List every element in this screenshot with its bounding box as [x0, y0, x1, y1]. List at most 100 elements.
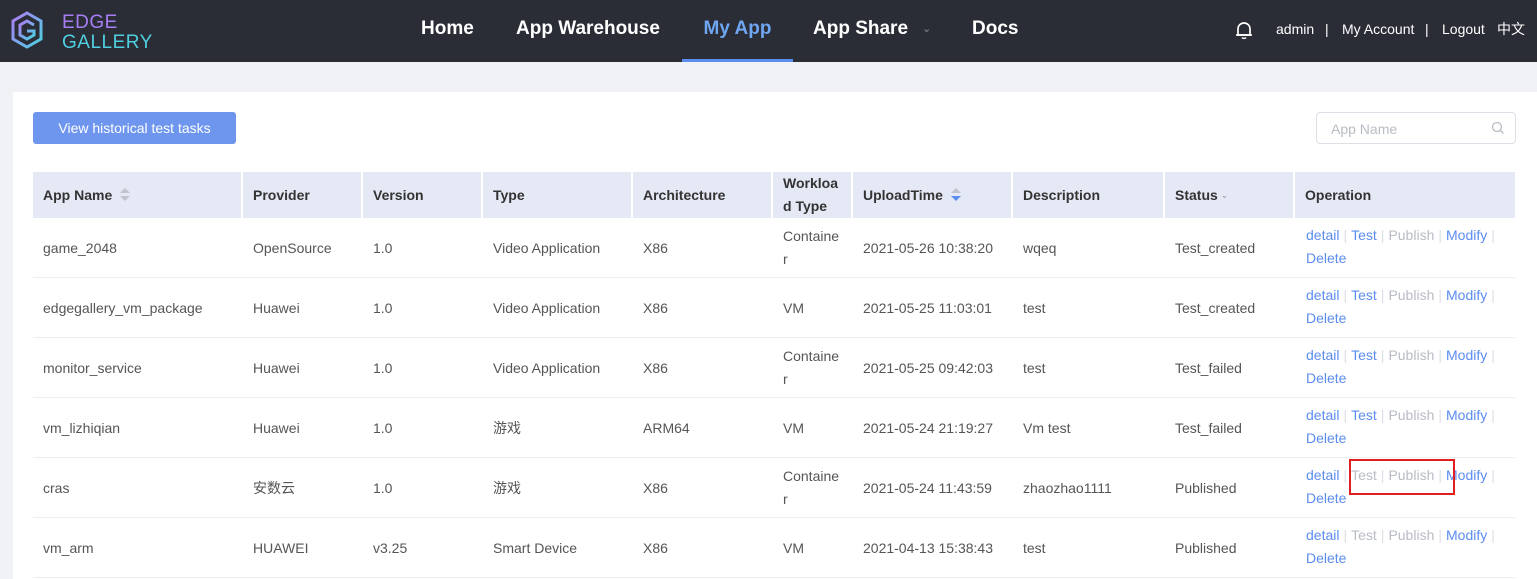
delete-link[interactable]: Delete	[1306, 550, 1346, 566]
col-provider: Provider	[243, 172, 361, 218]
cell-desc: zhaozhao1111	[1023, 480, 1112, 496]
detail-link[interactable]: detail	[1306, 407, 1339, 423]
delete-link[interactable]: Delete	[1306, 370, 1346, 386]
table-row: vm_lizhiqian Huawei 1.0 游戏 ARM64 VM 2021-05-24…	[33, 398, 1515, 458]
cell-desc: test	[1023, 300, 1046, 316]
op-separator: |	[1343, 407, 1348, 423]
cell-status: Test_failed	[1175, 420, 1242, 436]
brand-line-2: GALLERY	[62, 32, 153, 53]
search-input[interactable]	[1331, 119, 1481, 139]
publish-link[interactable]: Publish	[1388, 227, 1434, 243]
op-separator: |	[1438, 407, 1442, 423]
cell-desc: test	[1023, 360, 1046, 376]
cell-type: Video Application	[493, 300, 601, 316]
cell-version: 1.0	[373, 420, 393, 436]
test-link[interactable]: Test	[1351, 347, 1377, 363]
op-separator: |	[1343, 527, 1348, 543]
op-separator: |	[1380, 527, 1385, 543]
delete-link[interactable]: Delete	[1306, 490, 1346, 506]
row-operations: detail | Test | Publish | Modify | Delete	[1306, 284, 1516, 330]
detail-link[interactable]: detail	[1306, 227, 1339, 243]
modify-link[interactable]: Modify	[1446, 227, 1487, 243]
nav-docs[interactable]: Docs	[972, 0, 1018, 62]
cell-provider: Huawei	[253, 360, 300, 376]
col-upload-time[interactable]: UploadTime	[853, 172, 1011, 218]
cell-provider: HUAWEI	[253, 540, 309, 556]
modify-link[interactable]: Modify	[1446, 347, 1487, 363]
view-historical-tasks-button[interactable]: View historical test tasks	[33, 112, 236, 144]
cell-type: 游戏	[493, 420, 521, 436]
cell-desc: test	[1023, 540, 1046, 556]
bell-icon[interactable]	[1233, 19, 1255, 41]
language-switch[interactable]: 中文	[1497, 0, 1525, 62]
cell-name: game_2048	[43, 240, 117, 256]
cell-name: vm_arm	[43, 540, 94, 556]
my-app-panel: View historical test tasks App Name Prov…	[13, 92, 1537, 579]
header-separator: |	[1425, 21, 1429, 37]
detail-link[interactable]: detail	[1306, 467, 1339, 483]
publish-link[interactable]: Publish	[1388, 407, 1434, 423]
cell-desc: Vm test	[1023, 420, 1071, 436]
test-link[interactable]: Test	[1351, 407, 1377, 423]
cell-status: Published	[1175, 480, 1237, 496]
edgegallery-logo[interactable]: EDGE GALLERY	[10, 9, 153, 53]
cell-time: 2021-05-24 11:43:59	[863, 480, 992, 496]
detail-link[interactable]: detail	[1306, 527, 1339, 543]
publish-link[interactable]: Publish	[1388, 287, 1434, 303]
delete-link[interactable]: Delete	[1306, 250, 1346, 266]
nav-home[interactable]: Home	[421, 0, 474, 62]
modify-link[interactable]: Modify	[1446, 527, 1487, 543]
op-separator: |	[1343, 467, 1348, 483]
nav-app-warehouse[interactable]: App Warehouse	[516, 0, 660, 62]
app-name-search[interactable]	[1316, 112, 1516, 144]
cell-provider: 安数云	[253, 480, 295, 496]
publish-link[interactable]: Publish	[1388, 527, 1434, 543]
test-link[interactable]: Test	[1351, 227, 1377, 243]
sort-icon[interactable]	[950, 188, 961, 202]
nav-my-app[interactable]: My App	[682, 0, 793, 62]
op-separator: |	[1438, 287, 1442, 303]
chevron-down-icon: ⌄	[922, 23, 932, 35]
delete-link[interactable]: Delete	[1306, 310, 1346, 326]
my-account-link[interactable]: My Account	[1342, 0, 1414, 62]
modify-link[interactable]: Modify	[1446, 407, 1487, 423]
search-icon[interactable]	[1491, 121, 1505, 135]
logout-link[interactable]: Logout	[1442, 0, 1485, 62]
edgegallery-cube-icon	[11, 11, 43, 49]
cell-status: Test_failed	[1175, 360, 1242, 376]
publish-link[interactable]: Publish	[1388, 347, 1434, 363]
cell-arch: X86	[643, 480, 668, 496]
table-row: monitor_service Huawei 1.0 Video Applicatio…	[33, 338, 1515, 398]
cell-time: 2021-05-26 10:38:20	[863, 240, 993, 256]
highlight-box	[1349, 459, 1455, 495]
cell-arch: X86	[643, 540, 668, 556]
cell-version: v3.25	[373, 540, 408, 556]
cell-version: 1.0	[373, 300, 393, 316]
op-separator: |	[1380, 227, 1385, 243]
delete-link[interactable]: Delete	[1306, 430, 1346, 446]
test-link[interactable]: Test	[1351, 287, 1377, 303]
col-status[interactable]: Status ⌄	[1165, 172, 1293, 218]
cell-name: vm_lizhiqian	[43, 420, 121, 436]
table-row: vm_arm HUAWEI v3.25 Smart Device X86 VM 2021-0…	[33, 518, 1515, 578]
username[interactable]: admin	[1276, 0, 1314, 62]
cell-type: Smart Device	[493, 540, 578, 556]
cell-time: 2021-05-25 11:03:01	[863, 300, 992, 316]
cell-version: 1.0	[373, 240, 393, 256]
col-app-name[interactable]: App Name	[33, 172, 241, 218]
filter-chevron-icon[interactable]: ⌄	[1221, 190, 1229, 201]
cell-type: Video Application	[493, 360, 601, 376]
sort-icon[interactable]	[120, 188, 131, 202]
cell-workload: Containe r	[783, 348, 840, 387]
cell-status: Test_created	[1175, 300, 1256, 316]
modify-link[interactable]: Modify	[1446, 287, 1487, 303]
nav-app-share-label: App Share	[813, 18, 909, 40]
detail-link[interactable]: detail	[1306, 287, 1339, 303]
cell-provider: OpenSource	[253, 240, 332, 256]
cell-name: cras	[43, 480, 70, 496]
nav-app-share[interactable]: App Share ⌄	[813, 0, 931, 62]
cell-status: Test_created	[1175, 240, 1256, 256]
detail-link[interactable]: detail	[1306, 347, 1339, 363]
cell-version: 1.0	[373, 480, 393, 496]
test-link[interactable]: Test	[1351, 527, 1377, 543]
